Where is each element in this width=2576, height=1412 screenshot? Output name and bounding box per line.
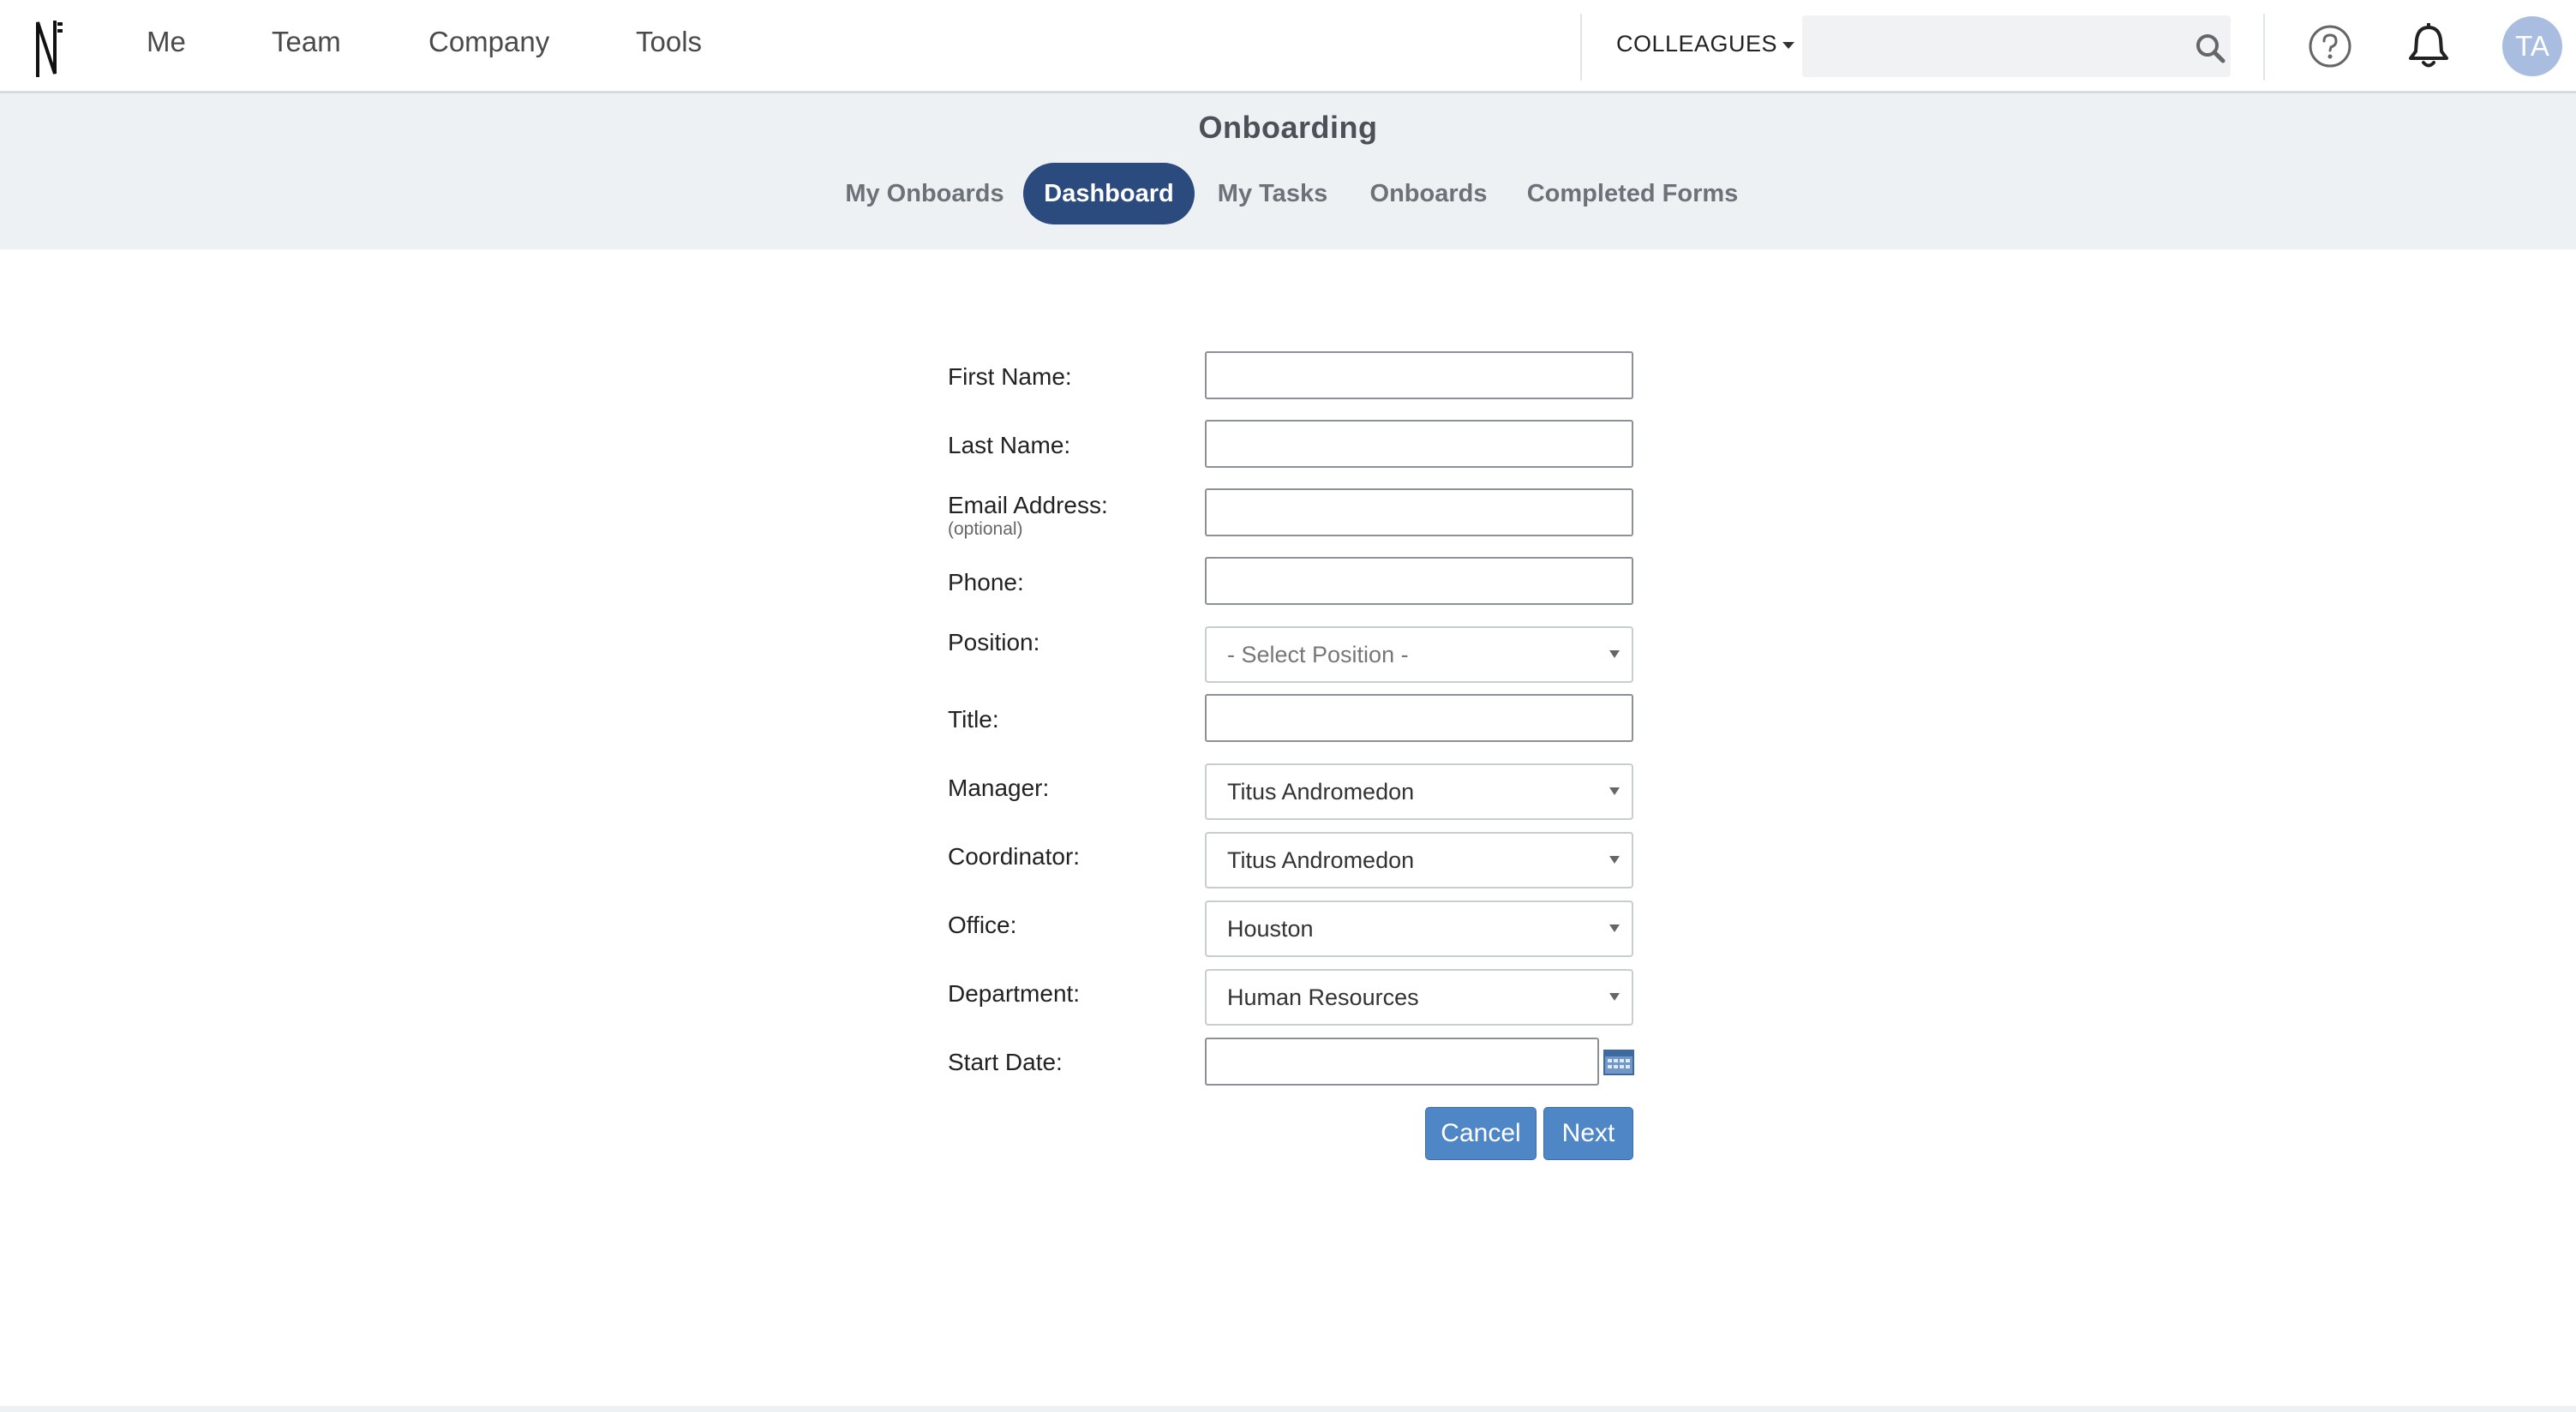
page-footer-strip xyxy=(0,1406,2576,1412)
office-label: Office: xyxy=(948,912,1017,938)
department-label: Department: xyxy=(948,980,1081,1007)
chevron-down-icon xyxy=(1609,856,1620,864)
chevron-down-icon xyxy=(1609,924,1620,932)
chevron-down-icon xyxy=(1609,993,1620,1001)
coordinator-select[interactable]: Titus Andromedon xyxy=(1205,832,1633,888)
help-icon[interactable] xyxy=(2308,24,2352,69)
department-select-value: Human Resources xyxy=(1227,984,1419,1010)
coordinator-label: Coordinator: xyxy=(948,843,1081,870)
tab-completed-forms[interactable]: Completed Forms xyxy=(1525,163,1740,224)
position-select-value: - Select Position - xyxy=(1227,642,1409,667)
position-label: Position: xyxy=(948,629,1040,655)
coordinator-select-value: Titus Andromedon xyxy=(1227,847,1415,873)
bell-icon[interactable] xyxy=(2406,22,2451,70)
top-navigation-bar: Me Team Company Tools COLLEAGUES TA xyxy=(0,0,2576,93)
manager-select[interactable]: Titus Andromedon xyxy=(1205,763,1633,820)
first-name-label: First Name: xyxy=(948,363,1072,390)
office-select-value: Houston xyxy=(1227,916,1314,942)
department-select[interactable]: Human Resources xyxy=(1205,969,1633,1026)
cancel-button[interactable]: Cancel xyxy=(1425,1107,1537,1160)
search-input[interactable] xyxy=(1802,15,2231,77)
manager-label: Manager: xyxy=(948,775,1050,801)
chevron-down-icon xyxy=(1782,41,1795,49)
chevron-down-icon xyxy=(1609,650,1620,658)
email-optional-note: (optional) xyxy=(948,519,1023,539)
calendar-icon[interactable] xyxy=(1603,1050,1634,1075)
nav-item-company[interactable]: Company xyxy=(428,26,549,58)
nav-divider xyxy=(2263,14,2265,81)
title-label: Title: xyxy=(948,706,999,733)
nav-item-tools[interactable]: Tools xyxy=(636,26,702,58)
user-avatar[interactable]: TA xyxy=(2502,16,2562,76)
nav-divider xyxy=(1580,14,1582,81)
manager-select-value: Titus Andromedon xyxy=(1227,779,1415,805)
nav-item-team[interactable]: Team xyxy=(272,26,341,58)
tab-my-onboards[interactable]: My Onboards xyxy=(840,163,1009,224)
tab-dashboard[interactable]: Dashboard xyxy=(1023,163,1195,224)
position-select[interactable]: - Select Position - xyxy=(1205,626,1633,683)
company-logo-icon[interactable] xyxy=(33,17,67,79)
next-button[interactable]: Next xyxy=(1543,1107,1633,1160)
email-label: Email Address: xyxy=(948,492,1108,518)
start-date-label: Start Date: xyxy=(948,1049,1063,1075)
search-icon[interactable] xyxy=(2195,33,2226,63)
last-name-label: Last Name: xyxy=(948,432,1071,458)
last-name-field[interactable] xyxy=(1205,420,1633,468)
start-date-field[interactable] xyxy=(1205,1038,1599,1086)
tab-my-tasks[interactable]: My Tasks xyxy=(1208,163,1337,224)
colleagues-dropdown[interactable]: COLLEAGUES xyxy=(1616,31,1795,57)
page-title: Onboarding xyxy=(1198,110,1378,145)
email-field[interactable] xyxy=(1205,488,1633,536)
onboarding-tabs: My Onboards Dashboard My Tasks Onboards … xyxy=(0,163,2576,224)
chevron-down-icon xyxy=(1609,787,1620,795)
tab-onboards[interactable]: Onboards xyxy=(1368,163,1489,224)
first-name-field[interactable] xyxy=(1205,351,1633,399)
office-select[interactable]: Houston xyxy=(1205,900,1633,957)
phone-field[interactable] xyxy=(1205,557,1633,605)
phone-label: Phone: xyxy=(948,569,1024,595)
nav-item-me[interactable]: Me xyxy=(147,26,186,58)
title-field[interactable] xyxy=(1205,694,1633,742)
onboarding-subheader: Onboarding My Onboards Dashboard My Task… xyxy=(0,93,2576,249)
colleagues-label: COLLEAGUES xyxy=(1616,31,1778,57)
